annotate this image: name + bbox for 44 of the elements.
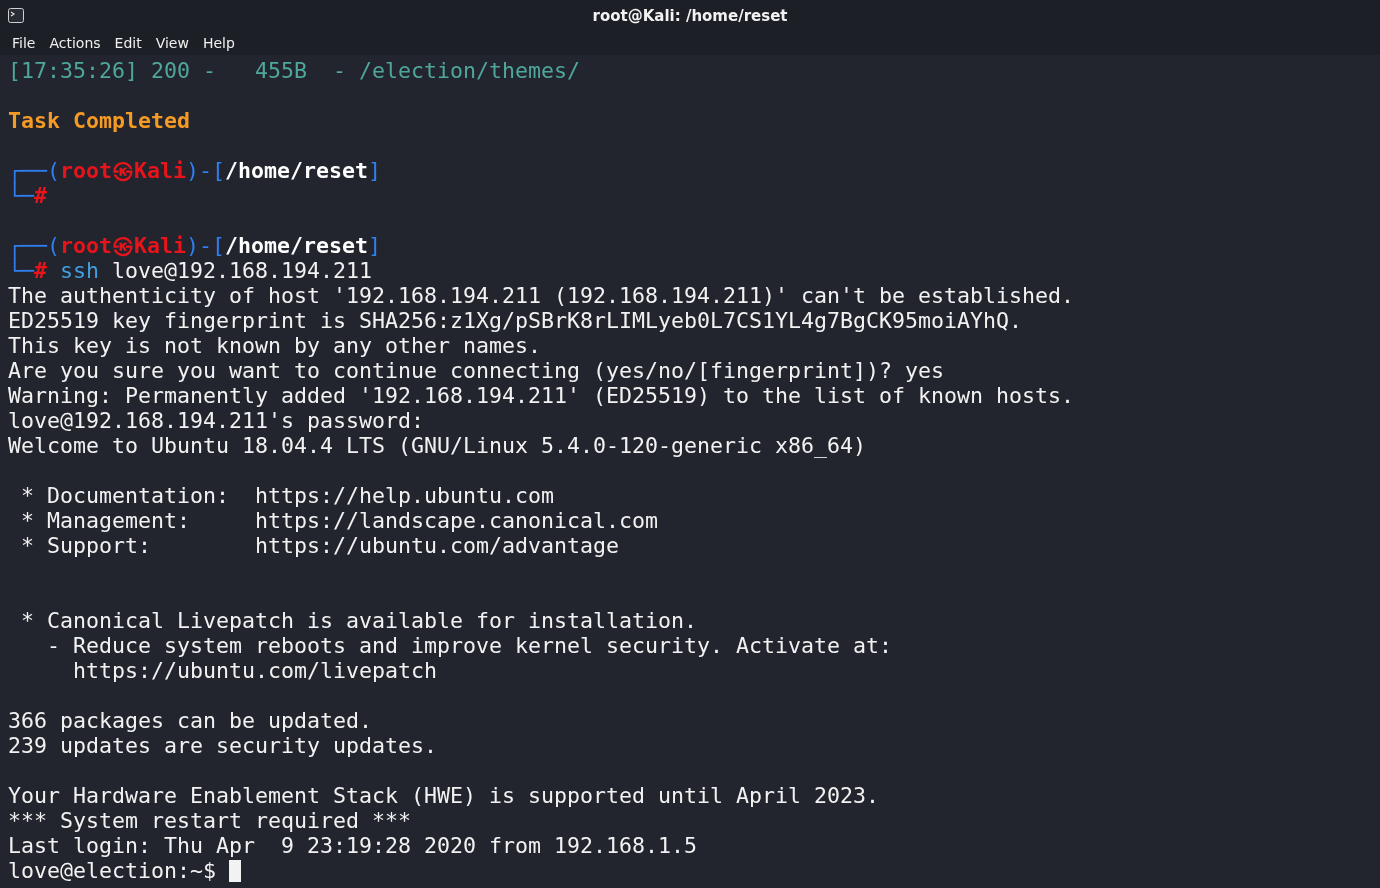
menu-item[interactable]: Help	[195, 33, 242, 53]
output-text: ED25519 key fingerprint is SHA256:z1Xg/pSBrK8rLIMLyeb0L7CS1YL4g7BgCK95moiAYhQ.	[8, 308, 1023, 333]
prompt-frame: └─	[8, 183, 34, 208]
output-text: 239 updates are security updates.	[8, 733, 438, 758]
prompt-frame: )-[	[186, 233, 226, 258]
prompt-frame: ]	[368, 233, 382, 258]
output-text: Welcome to Ubuntu 18.04.4 LTS (GNU/Linux 5.4.0-120-generic x86_64)	[8, 433, 867, 458]
prompt-frame: ┌──(	[8, 158, 60, 183]
output-text: Your Hardware Enablement Stack (HWE) is supported until April 2023.	[8, 783, 880, 808]
terminal-icon	[8, 8, 24, 23]
output-text: 366 packages can be updated.	[8, 708, 372, 733]
output-text: - Reduce system reboots and improve kernel security. Activate at:	[46, 633, 893, 658]
prompt-symbol: #	[34, 258, 48, 283]
output-text: Warning: Permanently added '192.168.194.211' (ED25519) to the list of known hosts.	[8, 383, 1075, 408]
output-text: * Documentation: https://help.ubuntu.com	[20, 483, 555, 508]
menu-item[interactable]: File	[5, 33, 43, 53]
output-text: love@election:~$	[8, 858, 217, 883]
output-text: Last login: Thu Apr 9 23:19:28 2020 from 192.168.1.5	[8, 833, 698, 858]
prompt-frame: └─	[8, 258, 34, 283]
menu-item[interactable]: Actions	[42, 33, 108, 53]
output-text: * Support: https://ubuntu.com/advantage	[20, 533, 620, 558]
output-text: Are you sure you want to continue connecting (yes/no/[fingerprint])? yes	[8, 358, 945, 383]
prompt-path: /home/reset	[225, 158, 369, 183]
output-text: * Canonical Livepatch is available for installation.	[20, 608, 698, 633]
window-title: root@Kali: /home/reset	[592, 6, 788, 25]
prompt-frame: ]	[368, 158, 382, 183]
output-text: https://ubuntu.com/livepatch	[72, 658, 438, 683]
command-argument: love@192.168.194.211	[111, 258, 373, 283]
output-text: This key is not known by any other names.	[8, 333, 542, 358]
prompt-path: /home/reset	[225, 233, 369, 258]
output-text: * Management: https://landscape.canonical.com	[20, 508, 659, 533]
prompt-frame: )-[	[186, 158, 226, 183]
output-text: *** System restart required ***	[8, 808, 412, 833]
prompt-user: root㉿Kali	[60, 233, 187, 258]
menu-item[interactable]: Edit	[107, 33, 149, 53]
output-text: love@192.168.194.211's password:	[8, 408, 425, 433]
prompt-frame: ┌──(	[8, 233, 60, 258]
status-text: [17:35:26] 200 - 455B - /election/themes/	[8, 58, 581, 83]
menu-item[interactable]: View	[148, 33, 196, 53]
prompt-symbol: #	[34, 183, 48, 208]
status-heading: Task Completed	[8, 108, 190, 133]
command-text: ssh	[59, 258, 100, 283]
prompt-user: root㉿Kali	[60, 158, 187, 183]
output-text: The authenticity of host '192.168.194.211 (192.168.194.211)' can't be established.	[8, 283, 1075, 308]
